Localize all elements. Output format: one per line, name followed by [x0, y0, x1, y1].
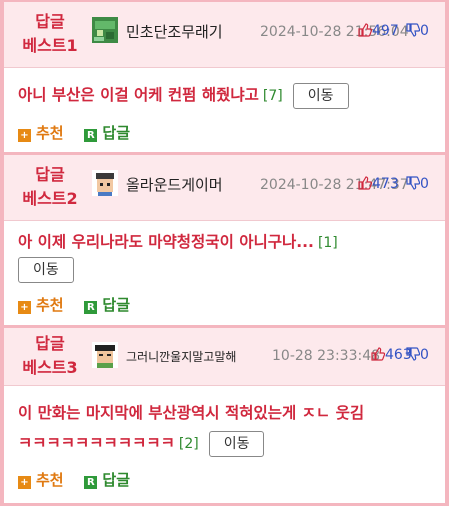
recommend-label: 추천 [36, 296, 64, 314]
post-title-line1[interactable]: 이 만화는 마지막에 부산광역시 적혀있는게 ㅈㄴ 웃김 [18, 398, 435, 428]
downvote-button[interactable]: 0 [406, 23, 429, 39]
card-header: 답글 베스트2 올라운드게이머 2024-10-28 21:47:37 473 … [4, 155, 445, 221]
author-nickname[interactable]: 그러니깐울지말고말해 [126, 348, 236, 365]
thumbs-up-icon [358, 176, 372, 190]
reply-r-icon: R [84, 476, 98, 489]
thumbs-up-icon [358, 23, 372, 37]
reply-button[interactable]: R 답글 [84, 294, 130, 315]
downvote-count: 0 [420, 347, 429, 363]
best-label-line1: 답글 [35, 12, 65, 31]
recommend-button[interactable]: + 추천 [18, 294, 64, 315]
post-title[interactable]: 아니 부산은 이걸 어케 컨펌 해줬냐고 [18, 86, 259, 104]
card-header: 답글 베스트1 민초단조무래기 2024-10-28 21:56:04 497 … [4, 2, 445, 68]
reply-label: 답글 [102, 124, 130, 142]
reply-label: 답글 [102, 471, 130, 489]
post-actions: + 추천 R 답글 [18, 294, 146, 315]
reply-button[interactable]: R 답글 [84, 469, 130, 490]
best-label-line2: 베스트1 [22, 36, 78, 55]
best-label-line2: 베스트3 [22, 358, 78, 377]
best-rank-label: 답글 베스트1 [10, 10, 90, 58]
downvote-count: 0 [420, 23, 429, 39]
recommend-label: 추천 [36, 124, 64, 142]
best-label-line2: 베스트2 [22, 189, 78, 208]
post-title-row: 아니 부산은 이걸 어케 컨펌 해줬냐고 [7] 이동 [18, 80, 435, 110]
avatar[interactable] [92, 17, 118, 43]
thumbs-up-icon [371, 347, 385, 361]
reply-r-icon: R [84, 301, 98, 314]
recommend-button[interactable]: + 추천 [18, 469, 64, 490]
best-rank-label: 답글 베스트3 [10, 332, 90, 380]
post-actions: + 추천 R 답글 [18, 122, 146, 143]
plus-icon: + [18, 129, 31, 142]
author-nickname[interactable]: 올라운드게이머 [126, 174, 223, 195]
upvote-button[interactable]: 473 [358, 176, 399, 192]
comment-count[interactable]: [7] [263, 88, 283, 104]
post-title-line2[interactable]: ㅋㅋㅋㅋㅋㅋㅋㅋㅋㅋㅋ [18, 434, 175, 452]
reply-label: 답글 [102, 296, 130, 314]
downvote-count: 0 [420, 176, 429, 192]
best-label-line1: 답글 [35, 165, 65, 184]
downvote-button[interactable]: 0 [406, 176, 429, 192]
best-rank-label: 답글 베스트2 [10, 163, 90, 211]
card-header: 답글 베스트3 그러니깐울지말고말해 10-28 23:33:48 463 0 [4, 328, 445, 386]
move-button[interactable]: 이동 [292, 82, 349, 109]
plus-icon: + [18, 301, 31, 314]
downvote-button[interactable]: 0 [406, 347, 429, 363]
post-title[interactable]: 아 이제 우리나라도 마약청정국이 아니구나... [18, 233, 314, 251]
recommend-button[interactable]: + 추천 [18, 122, 64, 143]
move-button[interactable]: 이동 [208, 430, 265, 457]
author-nickname[interactable]: 민초단조무래기 [126, 21, 223, 42]
comment-count[interactable]: [2] [179, 436, 199, 452]
avatar[interactable] [92, 170, 118, 196]
upvote-button[interactable]: 497 [358, 23, 399, 39]
plus-icon: + [18, 476, 31, 489]
best-label-line1: 답글 [35, 334, 65, 353]
thumbs-down-icon [406, 347, 420, 361]
post-title-row: 아 이제 우리나라도 마약청정국이 아니구나... [1] 이동 [18, 227, 435, 283]
upvote-count: 473 [372, 176, 399, 192]
best-reply-card-2: 답글 베스트2 올라운드게이머 2024-10-28 21:47:37 473 … [4, 155, 445, 325]
move-button[interactable]: 이동 [18, 257, 74, 283]
comment-count[interactable]: [1] [318, 235, 338, 251]
post-actions: + 추천 R 답글 [18, 469, 146, 490]
thumbs-down-icon [406, 176, 420, 190]
best-reply-card-1: 답글 베스트1 민초단조무래기 2024-10-28 21:56:04 497 … [4, 2, 445, 153]
best-reply-card-3: 답글 베스트3 그러니깐울지말고말해 10-28 23:33:48 463 0 … [4, 328, 445, 503]
upvote-count: 497 [372, 23, 399, 39]
recommend-label: 추천 [36, 471, 64, 489]
post-title-row: 이 만화는 마지막에 부산광역시 적혀있는게 ㅈㄴ 웃김 ㅋㅋㅋㅋㅋㅋㅋㅋㅋㅋㅋ… [18, 398, 435, 458]
avatar[interactable] [92, 342, 118, 368]
reply-button[interactable]: R 답글 [84, 122, 130, 143]
post-date: 10-28 23:33:48 [272, 348, 381, 364]
reply-r-icon: R [84, 129, 98, 142]
thumbs-down-icon [406, 23, 420, 37]
